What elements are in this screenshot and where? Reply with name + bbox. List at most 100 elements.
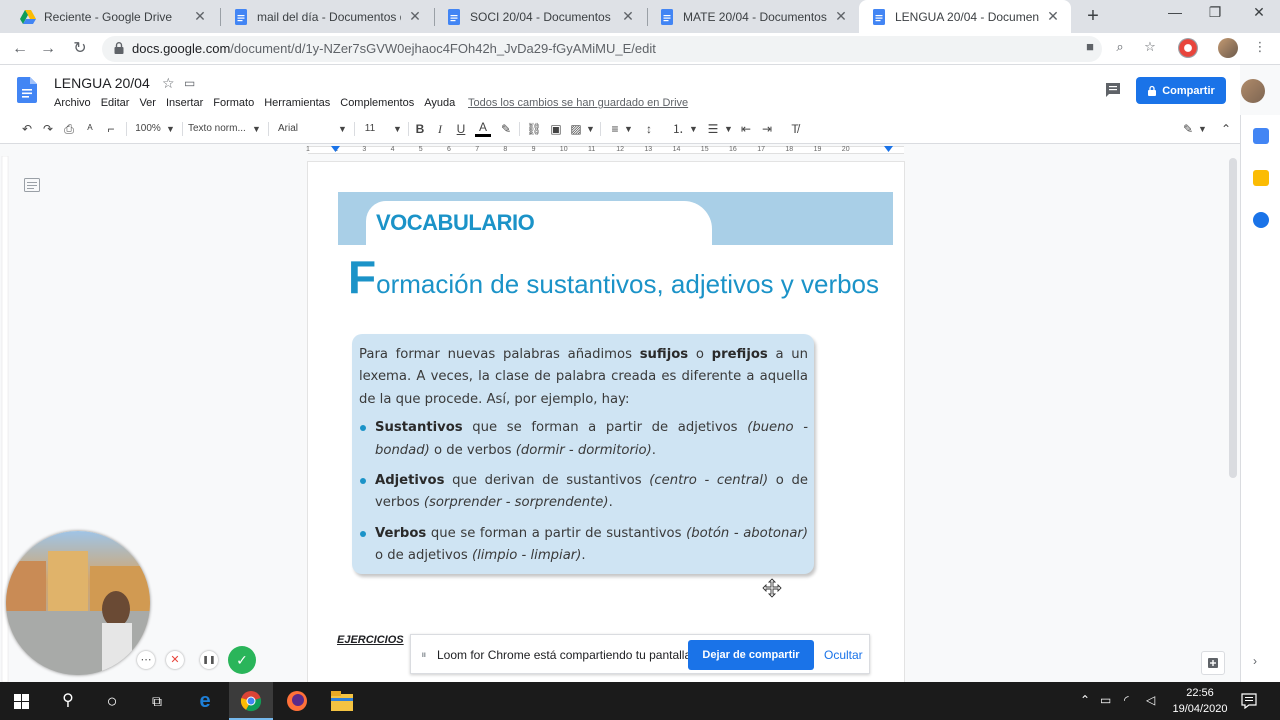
restore-icon[interactable]: ❐	[1200, 4, 1230, 24]
bulleted-list-icon[interactable]: ☰	[705, 120, 721, 138]
save-status[interactable]: Todos los cambios se han guardado en Dri…	[468, 97, 688, 109]
bullet-text: que derivan de sustantivos	[444, 473, 650, 489]
undo-icon[interactable]: ↶	[18, 120, 36, 138]
browser-tab-soci[interactable]: SOCI 20/04 - Documentos de ✕	[434, 0, 646, 33]
loom-extension-icon[interactable]	[1178, 38, 1198, 58]
browser-tab-lengua[interactable]: LENGUA 20/04 - Documentos ✕	[859, 0, 1071, 33]
loom-cancel-button[interactable]: ✕	[166, 651, 184, 669]
menu-ayuda[interactable]: Ayuda	[424, 97, 455, 109]
document-canvas[interactable]: VOCABULARIO Formación de sustantivos, ad…	[0, 156, 1240, 682]
new-tab-button[interactable]: +	[1082, 4, 1104, 28]
decrease-indent-icon[interactable]: ⇤	[738, 120, 754, 138]
font-family-select[interactable]: Arial	[278, 120, 336, 138]
firefox-icon[interactable]	[286, 690, 308, 712]
hide-button[interactable]: Ocultar	[824, 648, 863, 662]
font-size-select[interactable]: 11	[360, 120, 380, 138]
loom-more-button[interactable]: ⋯	[137, 651, 155, 669]
document-outline-icon[interactable]	[24, 178, 40, 192]
move-folder-icon[interactable]: ▭	[184, 76, 195, 90]
drag-handle-icon[interactable]: ⏸	[421, 649, 427, 662]
paragraph-style-select[interactable]: Texto norm...	[188, 120, 250, 138]
link-icon[interactable]: ⛓	[525, 120, 543, 138]
menu-insertar[interactable]: Insertar	[166, 97, 203, 109]
file-explorer-icon[interactable]	[331, 691, 353, 711]
edge-icon[interactable]: e	[193, 689, 217, 713]
chevron-right-icon[interactable]: ›	[1253, 654, 1257, 668]
minimize-icon[interactable]: —	[1160, 4, 1190, 24]
chrome-icon[interactable]	[240, 690, 262, 712]
clear-formatting-icon[interactable]: T̸	[787, 120, 803, 138]
close-icon[interactable]: ✕	[620, 8, 636, 25]
star-icon[interactable]: ☆	[162, 75, 175, 92]
share-button[interactable]: Compartir	[1136, 77, 1226, 104]
menu-complementos[interactable]: Complementos	[340, 97, 414, 109]
bold-icon[interactable]: B	[412, 120, 428, 138]
browser-tab-drive[interactable]: Reciente - Google Drive ✕	[8, 0, 218, 33]
loom-pause-button[interactable]: ❚❚	[200, 651, 218, 669]
loom-finish-button[interactable]: ✓	[228, 646, 256, 674]
document-title[interactable]: LENGUA 20/04	[54, 75, 150, 91]
comment-history-icon[interactable]	[1104, 81, 1122, 99]
profile-avatar[interactable]	[1218, 38, 1238, 58]
camera-icon[interactable]: ■	[1082, 39, 1098, 55]
docs-logo-icon[interactable]	[17, 77, 37, 103]
bookmark-star-icon[interactable]: ☆	[1142, 39, 1158, 55]
windows-start-icon[interactable]	[14, 694, 29, 709]
paint-format-icon[interactable]: ⌐	[102, 120, 120, 138]
loom-camera-bubble[interactable]	[6, 531, 150, 675]
insert-image-icon[interactable]: ▨	[568, 120, 584, 138]
task-view-icon[interactable]: ⧉	[145, 689, 169, 713]
cortana-icon[interactable]: ○	[100, 689, 124, 713]
keep-icon[interactable]	[1253, 170, 1269, 186]
align-left-icon[interactable]: ≡	[606, 120, 624, 138]
add-comment-icon[interactable]: ▣	[547, 120, 565, 138]
spellcheck-icon[interactable]: ᴬ	[81, 120, 99, 138]
stop-sharing-button[interactable]: Dejar de compartir	[688, 640, 814, 670]
increase-indent-icon[interactable]: ⇥	[759, 120, 775, 138]
menu-formato[interactable]: Formato	[213, 97, 254, 109]
chevron-up-icon[interactable]: ⌃	[1080, 693, 1090, 707]
menu-archivo[interactable]: Archivo	[54, 97, 91, 109]
battery-icon[interactable]: ▭	[1100, 693, 1111, 707]
menu-editar[interactable]: Editar	[101, 97, 130, 109]
forward-icon[interactable]: →	[36, 37, 60, 61]
volume-icon[interactable]: ◁	[1146, 693, 1155, 707]
redo-icon[interactable]: ↷	[39, 120, 57, 138]
system-clock[interactable]: 22:56 19/04/2020	[1172, 685, 1228, 717]
browser-tab-mail[interactable]: mail del día - Documentos de ✕	[221, 0, 433, 33]
wifi-icon[interactable]: ◜	[1124, 693, 1129, 707]
calendar-icon[interactable]	[1253, 128, 1269, 144]
numbered-list-icon[interactable]: ⒈	[670, 120, 686, 138]
right-indent-marker[interactable]	[884, 146, 893, 154]
italic-icon[interactable]: I	[432, 120, 448, 138]
notifications-icon[interactable]	[1241, 693, 1257, 709]
editing-mode-icon[interactable]: ✎	[1180, 120, 1196, 138]
menu-ver[interactable]: Ver	[139, 97, 156, 109]
line-spacing-icon[interactable]: ↕	[640, 120, 658, 138]
document-page[interactable]: VOCABULARIO Formación de sustantivos, ad…	[308, 162, 904, 682]
tasks-icon[interactable]	[1253, 212, 1269, 228]
reload-icon[interactable]: ↻	[68, 37, 92, 61]
menu-herramientas[interactable]: Herramientas	[264, 97, 330, 109]
zoom-icon[interactable]: ⌕	[1112, 39, 1128, 55]
zoom-select[interactable]: 100%	[132, 120, 164, 138]
browser-tab-mate[interactable]: MATE 20/04 - Documentos de ✕	[647, 0, 859, 33]
text-color-icon[interactable]: A	[475, 120, 491, 137]
close-icon[interactable]: ✕	[1045, 8, 1061, 25]
search-icon[interactable]: ⚲	[56, 689, 80, 713]
left-indent-marker[interactable]	[331, 146, 340, 154]
close-icon[interactable]: ✕	[192, 8, 208, 25]
close-icon[interactable]: ✕	[407, 8, 423, 25]
underline-icon[interactable]: U	[453, 120, 469, 138]
address-bar[interactable]: docs.google.com/document/d/1y-NZer7sGVW0…	[102, 36, 1102, 62]
window-close-icon[interactable]: ✕	[1244, 4, 1274, 24]
print-icon[interactable]: ⎙	[60, 120, 78, 138]
back-icon[interactable]: ←	[8, 37, 32, 61]
close-icon[interactable]: ✕	[833, 8, 849, 25]
highlight-icon[interactable]: ✎	[498, 120, 514, 138]
more-menu-icon[interactable]: ⋮	[1252, 39, 1268, 55]
explore-button[interactable]	[1201, 651, 1225, 675]
hide-menus-icon[interactable]: ⌃	[1218, 120, 1234, 138]
account-avatar[interactable]	[1241, 79, 1265, 103]
document-scrollbar[interactable]	[1229, 158, 1237, 478]
